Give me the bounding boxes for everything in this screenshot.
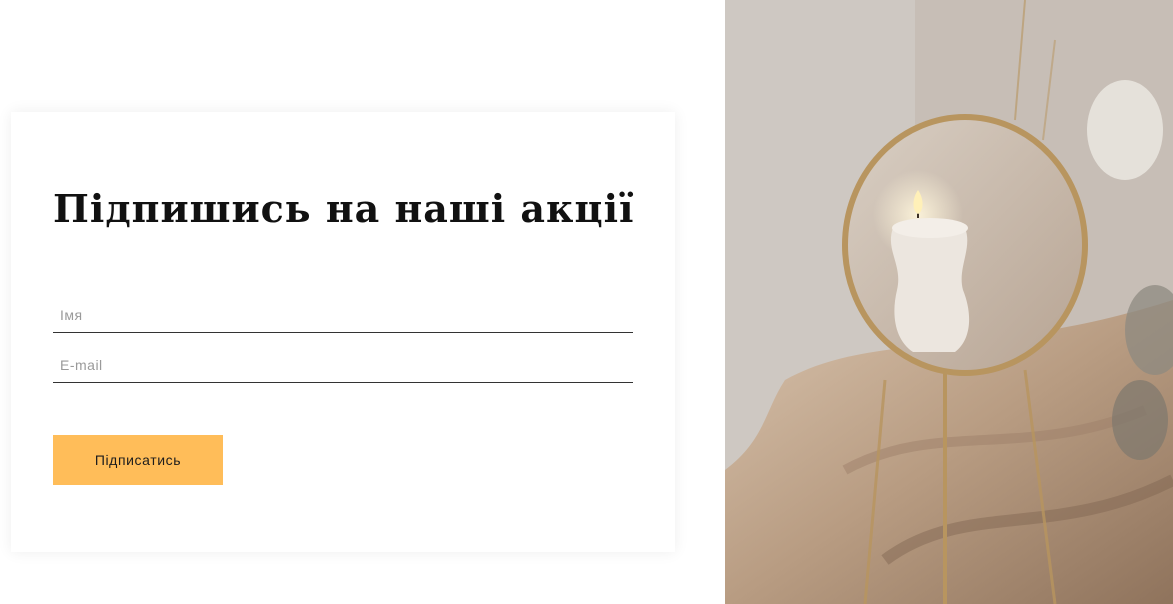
subscribe-button[interactable]: Підписатись [53,435,223,485]
candle-photo-illustration [725,0,1173,604]
candle-photo [725,0,1173,604]
subscribe-card: Підпишись на наші акції Підписатись [11,112,675,552]
subscribe-title: Підпишись на наші акції [53,186,635,231]
name-input[interactable] [53,297,633,333]
email-input[interactable] [53,347,633,383]
page: Підпишись на наші акції Підписатись [0,0,1173,604]
